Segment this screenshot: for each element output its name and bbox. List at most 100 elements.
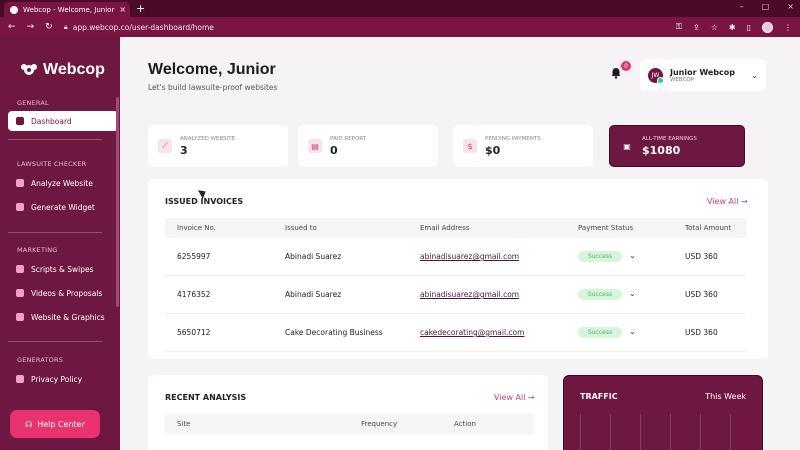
user-name: Junior Webcop bbox=[670, 67, 735, 77]
brand-logo[interactable]: Webcop bbox=[20, 61, 105, 79]
column-header: Site bbox=[177, 420, 191, 428]
sidebar-item-label: Scripts & Swipes bbox=[31, 264, 94, 274]
sidepanel-icon[interactable]: ▯ bbox=[747, 23, 751, 32]
chart-icon: ⟋ bbox=[158, 139, 172, 153]
chevron-down-icon[interactable]: ⌄ bbox=[751, 71, 758, 80]
graphics-icon bbox=[16, 313, 24, 321]
email-link[interactable]: abinadisuarez@gmail.com bbox=[420, 252, 519, 261]
help-center-button[interactable]: ☊ Help Center bbox=[10, 410, 100, 438]
chart-gridline bbox=[670, 414, 671, 450]
section-general: GENERAL bbox=[17, 99, 49, 107]
recent-table-header: Site Frequency Action bbox=[165, 414, 534, 434]
status-badge: Success bbox=[578, 289, 622, 300]
profile-avatar[interactable] bbox=[762, 21, 773, 33]
reload-icon[interactable]: ↻ bbox=[45, 22, 53, 32]
column-header: Email Address bbox=[420, 224, 470, 232]
tab-title: Webcop - Welcome, Junior bbox=[23, 5, 115, 14]
sidebar-item-scripts-swipes[interactable]: Scripts & Swipes bbox=[8, 259, 118, 279]
invoices-title: ISSUED INVOICES bbox=[165, 197, 244, 206]
column-header: Action bbox=[454, 420, 476, 428]
page-title: Welcome, Junior bbox=[148, 61, 276, 78]
maximize-icon[interactable]: □ bbox=[762, 2, 770, 11]
invoices-view-all-link[interactable]: View All → bbox=[707, 197, 748, 206]
user-menu[interactable]: JW Junior Webcop WEBCOP ⌄ bbox=[640, 59, 766, 91]
issued-to: Abinadi Suarez bbox=[285, 252, 342, 261]
stat-value: $0 bbox=[485, 143, 501, 157]
minimize-icon[interactable]: – bbox=[740, 2, 744, 11]
star-icon[interactable]: ☆ bbox=[711, 23, 718, 32]
share-icon[interactable]: ⇪ bbox=[693, 23, 700, 32]
invoice-number: 4176352 bbox=[177, 290, 211, 299]
stat-label: ANALYZED WEBSITE bbox=[180, 135, 236, 142]
sidebar-item-analyze-website[interactable]: Analyze Website bbox=[8, 173, 118, 193]
chevron-down-icon[interactable]: ⌄ bbox=[629, 327, 636, 336]
help-label: Help Center bbox=[37, 419, 85, 429]
stat-value: 0 bbox=[330, 143, 338, 157]
chevron-down-icon[interactable]: ⌄ bbox=[629, 251, 636, 260]
sidebar-divider bbox=[8, 139, 102, 140]
browser-nav: ← → ↻ bbox=[8, 22, 64, 32]
column-header: Issued to bbox=[285, 224, 317, 232]
url-field[interactable]: 🔒︎ app.webcop.co/user-dashboard/home bbox=[64, 23, 214, 32]
address-bar: ← → ↻ 🔒︎ app.webcop.co/user-dashboard/ho… bbox=[0, 17, 800, 37]
sidebar-item-label: Videos & Proposals bbox=[31, 288, 103, 298]
report-icon: ▤ bbox=[308, 139, 322, 153]
issued-to: Abinadi Suarez bbox=[285, 290, 342, 299]
forward-icon[interactable]: → bbox=[27, 22, 35, 32]
email-link[interactable]: abinadisuarez@gmail.com bbox=[420, 290, 519, 299]
stat-card-earnings: ▣ ALL-TIME EARNINGS $1080 bbox=[609, 125, 745, 167]
total-amount: USD 360 bbox=[685, 290, 718, 299]
brand-name: Webcop bbox=[43, 61, 105, 78]
stat-card-analyzed: ⟋ ANALYZED WEBSITE 3 bbox=[148, 125, 288, 167]
user-role: WEBCOP bbox=[670, 76, 695, 83]
sidebar-item-label: Dashboard bbox=[31, 116, 72, 126]
stat-label: PAID REPORT bbox=[330, 135, 367, 142]
recent-analysis-card: RECENT ANALYSIS View All → Site Frequenc… bbox=[148, 375, 548, 450]
table-row[interactable]: 6255997 Abinadi Suarez abinadisuarez@gma… bbox=[165, 238, 746, 276]
back-icon[interactable]: ← bbox=[8, 22, 16, 32]
sidebar-item-generate-widget[interactable]: Generate Widget bbox=[8, 197, 118, 217]
sidebar-scrollbar[interactable] bbox=[116, 97, 119, 307]
stat-label: PENDING PAYMENTS bbox=[485, 135, 541, 142]
recent-view-all-link[interactable]: View All → bbox=[494, 393, 535, 402]
menu-icon[interactable]: ⋮ bbox=[784, 23, 792, 32]
wallet-icon: ▣ bbox=[623, 141, 631, 151]
close-tab-icon[interactable]: × bbox=[119, 5, 126, 14]
sidebar-item-videos-proposals[interactable]: Videos & Proposals bbox=[8, 283, 118, 303]
sidebar-item-website-graphics[interactable]: Website & Graphics bbox=[8, 307, 118, 327]
total-amount: USD 360 bbox=[685, 328, 718, 337]
new-tab-icon[interactable]: + bbox=[136, 2, 145, 15]
browser-actions: ⚿ ⇪ ☆ ✱ ▯ ⋮ bbox=[676, 21, 792, 33]
column-header: Payment Status bbox=[578, 224, 634, 232]
sidebar-item-dashboard[interactable]: Dashboard bbox=[8, 111, 118, 131]
scripts-icon bbox=[16, 265, 24, 273]
issued-invoices-card: ISSUED INVOICES View All → Invoice No. I… bbox=[148, 179, 768, 359]
stat-value: 3 bbox=[180, 143, 188, 157]
table-row[interactable]: 4176352 Abinadi Suarez abinadisuarez@gma… bbox=[165, 276, 746, 314]
close-window-icon[interactable]: × bbox=[787, 2, 794, 11]
chart-gridline bbox=[580, 414, 581, 450]
browser-tab[interactable]: Webcop - Welcome, Junior × bbox=[4, 2, 130, 17]
analyze-icon bbox=[16, 179, 24, 187]
sidebar-item-privacy-policy[interactable]: Privacy Policy bbox=[8, 369, 118, 389]
column-header: Frequency bbox=[361, 420, 398, 428]
headset-icon: ☊ bbox=[25, 419, 33, 429]
key-icon[interactable]: ⚿ bbox=[676, 22, 682, 32]
chart-gridline bbox=[730, 414, 731, 450]
stat-label: ALL-TIME EARNINGS bbox=[642, 135, 697, 142]
traffic-period[interactable]: This Week bbox=[705, 392, 746, 401]
user-info: Junior Webcop WEBCOP bbox=[670, 68, 735, 83]
dollar-icon: $ bbox=[463, 139, 477, 153]
window-controls: – □ × bbox=[740, 2, 794, 11]
chart-gridline bbox=[640, 414, 641, 450]
table-row[interactable]: 5650712 Cake Decorating Business cakedec… bbox=[165, 314, 746, 352]
bell-icon[interactable] bbox=[610, 67, 622, 79]
chevron-down-icon[interactable]: ⌄ bbox=[629, 289, 636, 298]
email-link[interactable]: cakedecorating@gmail.com bbox=[420, 328, 524, 337]
issued-to: Cake Decorating Business bbox=[285, 328, 383, 337]
traffic-title: TRAFFIC bbox=[580, 392, 618, 401]
page-subtitle: Let's build lawsuite-proof websites bbox=[148, 83, 278, 92]
url-text: app.webcop.co/user-dashboard/home bbox=[72, 22, 214, 32]
extensions-icon[interactable]: ✱ bbox=[729, 23, 736, 32]
recent-title: RECENT ANALYSIS bbox=[165, 393, 247, 402]
